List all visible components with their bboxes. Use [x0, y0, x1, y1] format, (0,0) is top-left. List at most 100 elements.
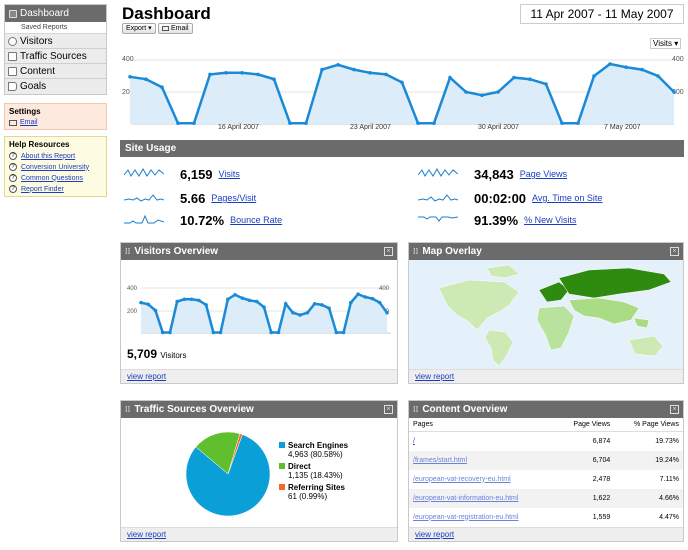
data-point[interactable] — [528, 77, 532, 81]
data-point[interactable] — [160, 330, 165, 335]
data-point[interactable] — [608, 62, 612, 66]
data-point[interactable] — [464, 90, 468, 94]
nav-goals[interactable]: Goals — [5, 79, 106, 94]
nav-content[interactable]: Content — [5, 64, 106, 79]
data-point[interactable] — [385, 310, 389, 315]
data-point[interactable] — [204, 303, 208, 307]
data-point[interactable] — [377, 300, 382, 305]
metric-link[interactable]: Page Views — [520, 169, 567, 179]
nav-traffic-sources[interactable]: Traffic Sources — [5, 49, 106, 64]
widget-header[interactable]: ⁞⁞ Map Overlay — [409, 243, 683, 260]
data-point[interactable] — [291, 310, 295, 315]
widget-header[interactable]: ⁞⁞ Visitors Overview — [121, 243, 397, 260]
data-point[interactable] — [276, 330, 281, 335]
data-point[interactable] — [153, 308, 158, 313]
metric-link[interactable]: Avg. Time on Site — [532, 193, 602, 203]
data-point[interactable] — [448, 75, 452, 80]
data-point[interactable] — [160, 85, 164, 89]
data-point[interactable] — [256, 72, 260, 77]
data-point[interactable] — [334, 330, 339, 335]
data-point[interactable] — [416, 121, 420, 125]
data-point[interactable] — [211, 330, 216, 335]
widget-header[interactable]: ⁞⁞ Traffic Sources Overview — [121, 401, 397, 418]
data-point[interactable] — [298, 313, 302, 317]
data-point[interactable] — [480, 93, 484, 97]
email-button[interactable]: Email — [158, 23, 193, 34]
data-point[interactable] — [305, 310, 310, 315]
help-item[interactable]: ? Common Questions — [9, 174, 102, 182]
data-point[interactable] — [240, 296, 245, 300]
data-point[interactable] — [352, 67, 356, 72]
data-point[interactable] — [168, 330, 172, 335]
metric-select[interactable]: Visits ▾ — [650, 38, 682, 49]
world-map[interactable] — [409, 260, 683, 369]
help-item[interactable]: ? Conversion University — [9, 163, 102, 171]
nav-dashboard[interactable]: Dashboard — [5, 5, 106, 22]
nav-visitors[interactable]: Visitors — [5, 34, 106, 49]
data-point[interactable] — [176, 121, 180, 125]
data-point[interactable] — [312, 301, 317, 306]
data-point[interactable] — [432, 121, 436, 125]
close-icon[interactable]: × — [384, 405, 393, 414]
data-point[interactable] — [128, 75, 132, 79]
data-point[interactable] — [269, 330, 274, 335]
data-point[interactable] — [341, 330, 346, 335]
data-point[interactable] — [363, 295, 368, 299]
metric-link[interactable]: Bounce Rate — [230, 215, 282, 225]
data-point[interactable] — [656, 74, 660, 78]
help-item[interactable]: ? Report Finder — [9, 185, 102, 193]
data-point[interactable] — [512, 75, 516, 80]
data-point[interactable] — [208, 72, 212, 77]
view-report-link[interactable]: view report — [127, 530, 166, 539]
data-point[interactable] — [146, 302, 151, 307]
data-point[interactable] — [304, 121, 308, 125]
data-point[interactable] — [576, 121, 580, 125]
data-point[interactable] — [336, 63, 340, 67]
data-point[interactable] — [368, 71, 372, 75]
page-link[interactable]: /european-vat-information-eu.html — [409, 488, 557, 508]
close-icon[interactable]: × — [384, 247, 393, 256]
data-point[interactable] — [182, 297, 187, 302]
metric-link[interactable]: Pages/Visit — [211, 193, 256, 203]
data-point[interactable] — [144, 77, 148, 81]
widget-header[interactable]: ⁞⁞ Content Overview — [409, 401, 683, 418]
data-point[interactable] — [349, 300, 353, 305]
page-link[interactable]: /european-vat-recovery-eu.html — [409, 470, 556, 489]
data-point[interactable] — [544, 82, 548, 86]
data-point[interactable] — [224, 71, 228, 75]
data-point[interactable] — [254, 299, 259, 304]
data-point[interactable] — [400, 80, 404, 85]
data-point[interactable] — [247, 298, 252, 303]
data-point[interactable] — [218, 330, 223, 335]
view-report-link[interactable]: view report — [127, 372, 166, 381]
data-point[interactable] — [592, 74, 596, 78]
view-report-link[interactable]: view report — [415, 372, 454, 381]
settings-email-link[interactable]: Email — [9, 119, 102, 126]
page-link[interactable]: / — [409, 432, 556, 451]
drag-handle-icon[interactable]: ⁞⁞ — [413, 243, 418, 260]
data-point[interactable] — [283, 301, 288, 306]
drag-handle-icon[interactable]: ⁞⁞ — [125, 243, 130, 260]
data-point[interactable] — [233, 292, 237, 297]
data-point[interactable] — [624, 65, 628, 69]
data-point[interactable] — [370, 296, 375, 301]
drag-handle-icon[interactable]: ⁞⁞ — [413, 401, 418, 418]
data-point[interactable] — [240, 71, 244, 75]
nav-saved-reports[interactable]: Saved Reports — [5, 22, 106, 34]
page-link[interactable]: /european-vat-registration-eu.html — [409, 508, 556, 527]
view-report-link[interactable]: view report — [415, 530, 454, 539]
data-point[interactable] — [226, 297, 230, 302]
close-icon[interactable]: × — [670, 405, 679, 414]
drag-handle-icon[interactable]: ⁞⁞ — [125, 401, 130, 418]
data-point[interactable] — [327, 306, 331, 311]
data-point[interactable] — [560, 121, 564, 125]
export-button[interactable]: Export ▾ — [122, 23, 156, 34]
data-point[interactable] — [288, 121, 292, 125]
data-point[interactable] — [262, 305, 266, 309]
data-point[interactable] — [175, 299, 179, 304]
help-item[interactable]: ? About this Report — [9, 152, 102, 160]
data-point[interactable] — [320, 303, 324, 307]
metric-link[interactable]: % New Visits — [524, 215, 576, 225]
data-point[interactable] — [189, 297, 194, 302]
close-icon[interactable]: × — [670, 247, 679, 256]
